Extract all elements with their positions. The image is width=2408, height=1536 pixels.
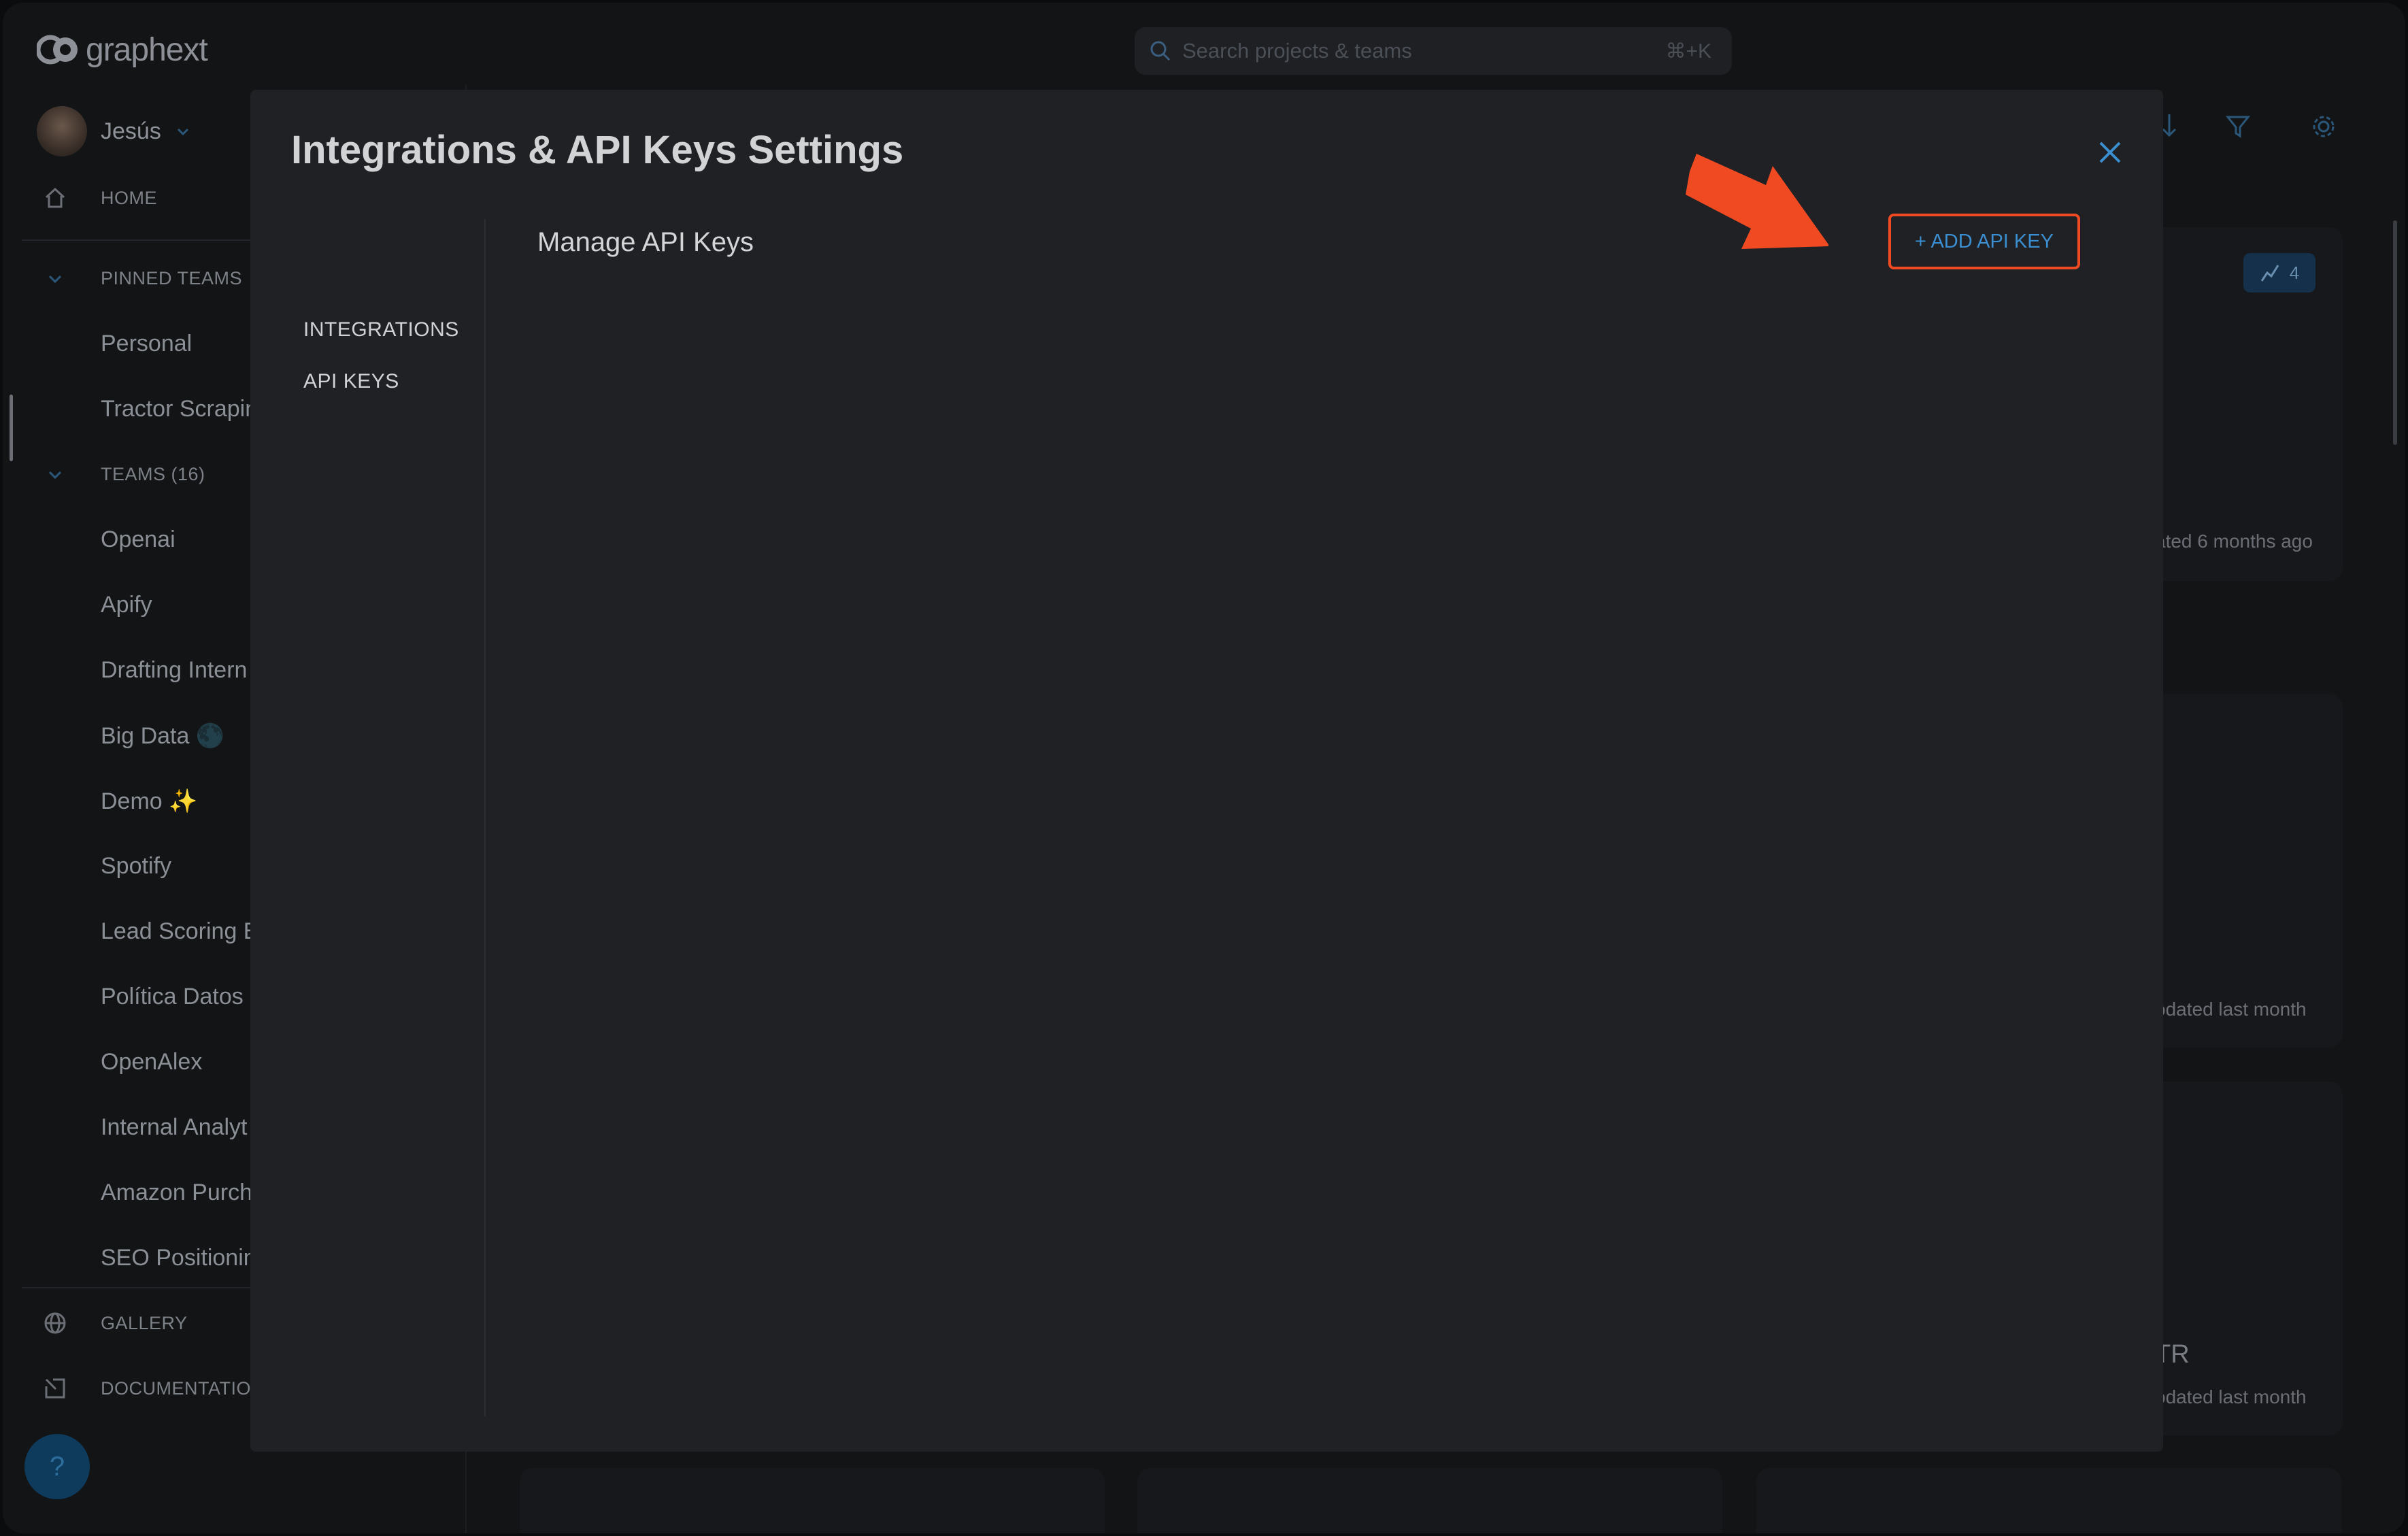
teams-header[interactable]: TEAMS (16) bbox=[46, 464, 205, 485]
search-shortcut: ⌘+K bbox=[1665, 39, 1711, 63]
tab-integrations[interactable]: INTEGRATIONS bbox=[303, 318, 459, 341]
documentation-label: DOCUMENTATIO bbox=[101, 1378, 251, 1399]
sidebar-item-big-data[interactable]: Big Data 🌑 bbox=[101, 722, 224, 750]
sidebar-item-internal-analytics[interactable]: Internal Analyt bbox=[101, 1114, 247, 1141]
logo-text: graphext bbox=[86, 31, 208, 68]
user-menu[interactable]: Jesús bbox=[37, 106, 191, 156]
sidebar-item-apify[interactable]: Apify bbox=[101, 592, 152, 618]
section-title: Manage API Keys bbox=[537, 227, 754, 257]
chevron-down-icon bbox=[48, 275, 62, 283]
external-link-icon bbox=[45, 1378, 65, 1399]
activity-badge: 4 bbox=[2243, 253, 2315, 293]
teams-label: TEAMS (16) bbox=[101, 464, 205, 484]
close-icon bbox=[2099, 141, 2121, 163]
search-placeholder: Search projects & teams bbox=[1182, 39, 1412, 63]
background-card-bottom-2[interactable] bbox=[1137, 1468, 1722, 1533]
home-label: HOME bbox=[101, 187, 157, 208]
background-card-bottom-3[interactable] bbox=[1756, 1468, 2341, 1533]
chevron-down-icon bbox=[177, 128, 188, 136]
gallery-label: GALLERY bbox=[101, 1312, 188, 1333]
sidebar-item-openai[interactable]: Openai bbox=[101, 527, 175, 553]
nav-gallery[interactable]: GALLERY bbox=[44, 1312, 188, 1335]
modal-title: Integrations & API Keys Settings bbox=[291, 128, 904, 172]
settings-modal: Integrations & API Keys Settings INTEGRA… bbox=[250, 90, 2163, 1452]
activity-badge-count: 4 bbox=[2289, 262, 2300, 283]
pinned-teams-label: PINNED TEAMS bbox=[101, 268, 243, 288]
arrow-annotation-icon bbox=[1686, 154, 1828, 249]
tab-api-keys[interactable]: API KEYS bbox=[303, 370, 399, 393]
home-icon bbox=[45, 187, 65, 208]
add-api-key-button[interactable]: + ADD API KEY bbox=[1888, 214, 2080, 269]
sidebar-item-lead-scoring[interactable]: Lead Scoring E bbox=[101, 918, 259, 945]
search-icon bbox=[1150, 41, 1171, 61]
graphext-logo-icon bbox=[37, 35, 78, 65]
app-window: graphext Search projects & teams ⌘+K 4 a… bbox=[3, 3, 2405, 1533]
logo[interactable]: graphext bbox=[37, 31, 208, 68]
sidebar-item-politica-datos[interactable]: Política Datos bbox=[101, 984, 244, 1010]
close-button[interactable] bbox=[2095, 137, 2125, 167]
sidebar-item-demo[interactable]: Demo ✨ bbox=[101, 788, 197, 815]
user-name: Jesús bbox=[101, 118, 161, 144]
sidebar-item-drafting-intern[interactable]: Drafting Intern bbox=[101, 657, 247, 684]
scrollbar[interactable] bbox=[2393, 220, 2397, 445]
card-1-meta: ated 6 months ago bbox=[2155, 531, 2313, 552]
sidebar-item-amazon-purchases[interactable]: Amazon Purch. bbox=[101, 1180, 258, 1206]
chart-icon bbox=[2260, 265, 2279, 282]
nav-documentation[interactable]: DOCUMENTATIO bbox=[44, 1377, 251, 1400]
settings-tabs: INTEGRATIONS API KEYS bbox=[250, 219, 486, 1416]
settings-gear-icon[interactable] bbox=[2311, 114, 2336, 142]
avatar bbox=[37, 106, 87, 156]
sidebar-item-spotify[interactable]: Spotify bbox=[101, 853, 171, 880]
card-3-meta: odated last month bbox=[2155, 1386, 2307, 1407]
sidebar-item-personal[interactable]: Personal bbox=[101, 331, 192, 357]
pinned-teams-header[interactable]: PINNED TEAMS bbox=[46, 268, 242, 289]
chevron-down-icon bbox=[48, 471, 62, 479]
active-indicator bbox=[10, 395, 13, 461]
search-bar[interactable]: Search projects & teams ⌘+K bbox=[1135, 27, 1732, 75]
sidebar-item-openalex[interactable]: OpenAlex bbox=[101, 1049, 202, 1075]
globe-icon bbox=[44, 1312, 66, 1334]
background-card-bottom-1[interactable] bbox=[520, 1468, 1105, 1533]
filter-icon[interactable] bbox=[2225, 114, 2251, 142]
help-button[interactable]: ? bbox=[24, 1434, 90, 1499]
nav-home[interactable]: HOME bbox=[44, 186, 157, 210]
sidebar-item-seo-positioning[interactable]: SEO Positionin bbox=[101, 1245, 256, 1271]
card-2-meta: odated last month bbox=[2155, 999, 2307, 1020]
sidebar-item-tractor-scraping[interactable]: Tractor Scrapin bbox=[101, 396, 258, 422]
